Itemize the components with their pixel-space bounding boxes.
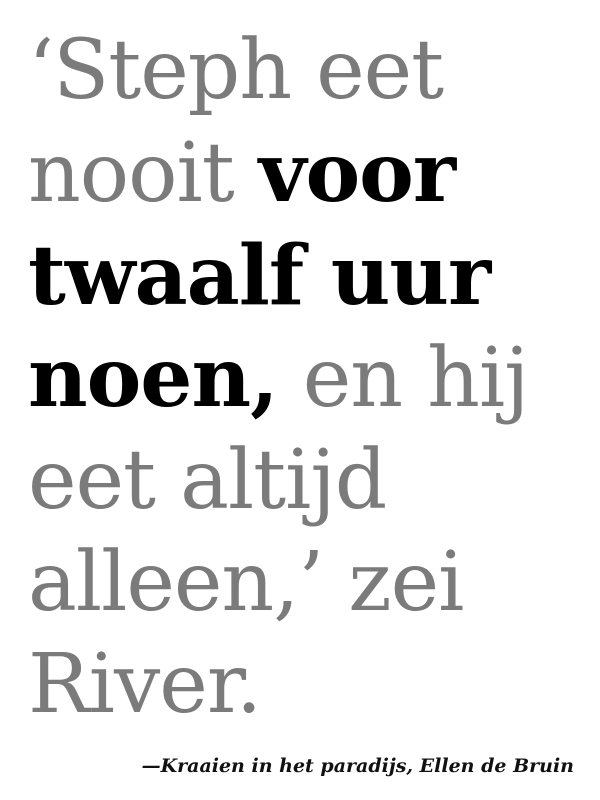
quote-plain-segment: nooit <box>28 126 259 221</box>
quote-highlight-segment: voor <box>258 125 456 221</box>
quote-highlight-segment: noen, <box>28 330 279 426</box>
quote-line-2: nooit voor <box>28 122 588 225</box>
quote-plain-segment: en hij <box>277 331 530 426</box>
quote-attribution: —Kraaien in het paradijs, Ellen de Bruin <box>141 755 574 777</box>
quote-text: ‘Steph eet nooit voor twaalf uur noen, e… <box>28 20 588 736</box>
quote-line-7: River. <box>28 637 262 732</box>
quote-line-5: eet altijd <box>28 433 387 528</box>
quote-line-3: twaalf uur <box>28 228 491 324</box>
quote-line-4: noen, en hij <box>28 327 588 430</box>
quote-line-6: alleen,’ zei <box>28 535 464 630</box>
quote-line-1: ‘Steph eet <box>28 23 444 118</box>
